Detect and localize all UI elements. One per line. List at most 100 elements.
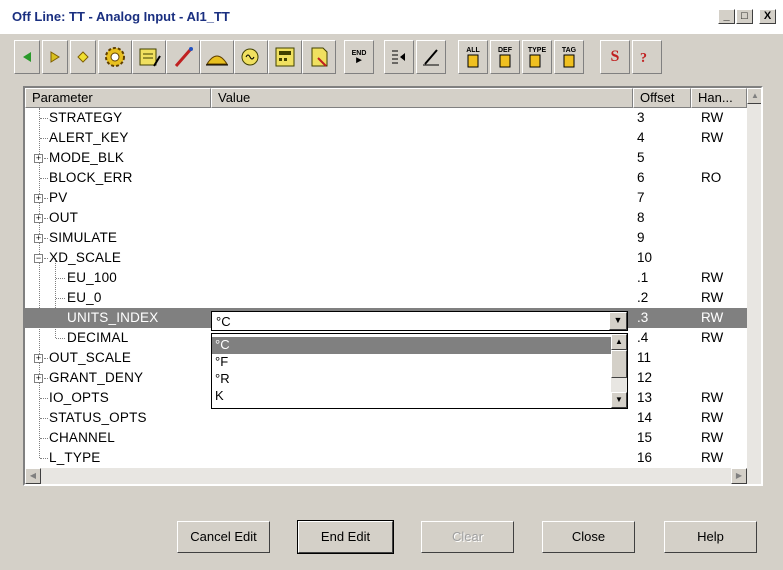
tree-connector	[56, 298, 65, 299]
calculator-icon	[275, 47, 295, 67]
parameter-name: DECIMAL	[67, 330, 129, 345]
tree-connector	[40, 398, 48, 399]
table-row[interactable]: EU_0 .2 RW	[25, 288, 747, 308]
column-header-handling[interactable]: Han...	[691, 88, 747, 108]
form-edit-button[interactable]	[132, 40, 166, 74]
close-button[interactable]: Close	[542, 521, 635, 553]
tree-connector	[40, 458, 48, 459]
all-blocks-button[interactable]: ALL	[458, 40, 488, 74]
units-dropdown-list[interactable]: °C °F °R K ▲ ▼	[211, 333, 628, 409]
expand-icon[interactable]: +	[34, 194, 43, 203]
parameter-handling: RW	[701, 290, 724, 305]
units-index-combo[interactable]: °C ▼	[211, 311, 628, 331]
table-row[interactable]: ALERT_KEY 4 RW	[25, 128, 747, 148]
expand-icon[interactable]: +	[34, 234, 43, 243]
forward-arrow-icon	[50, 51, 60, 63]
s-button[interactable]: S	[600, 40, 630, 74]
scroll-right-button[interactable]: ▶	[731, 468, 747, 484]
parameter-offset: 3	[637, 110, 645, 125]
parameter-grid[interactable]: Parameter Value Offset Han... STRATEGY 3 R…	[23, 86, 763, 486]
title-bar: Off Line: TT - Analog Input - AI1_TT _ □…	[0, 0, 783, 34]
parameter-handling: RW	[701, 270, 724, 285]
parameter-handling: RW	[701, 310, 724, 325]
scroll-left-button[interactable]: ◀	[25, 468, 41, 484]
table-row[interactable]: − XD_SCALE 10	[25, 248, 747, 268]
combo-dropdown-button[interactable]: ▼	[609, 312, 627, 330]
expand-icon[interactable]: +	[34, 354, 43, 363]
column-header-parameter[interactable]: Parameter	[25, 88, 211, 108]
table-row[interactable]: + OUT 8	[25, 208, 747, 228]
diamond-icon	[77, 51, 89, 63]
calculator-button[interactable]	[268, 40, 302, 74]
clear-button[interactable]: Clear	[421, 521, 514, 553]
table-row[interactable]: BLOCK_ERR 6 RO	[25, 168, 747, 188]
help-cursor-button[interactable]: ?	[632, 40, 662, 74]
table-row[interactable]: STRATEGY 3 RW	[25, 108, 747, 128]
close-window-button[interactable]: X	[759, 9, 776, 24]
s-icon: S	[610, 48, 620, 65]
expand-icon[interactable]: +	[34, 214, 43, 223]
type-blocks-button[interactable]: TYPE	[522, 40, 552, 74]
end-button[interactable]: END ▶	[344, 40, 374, 74]
list-insert-button[interactable]	[384, 40, 414, 74]
minimize-button[interactable]: _	[718, 9, 735, 24]
dropdown-option[interactable]: °R	[212, 371, 611, 388]
horizontal-scrollbar[interactable]: ◀ ▶	[25, 468, 761, 484]
probe-button[interactable]	[166, 40, 200, 74]
dropdown-scrollbar[interactable]: ▲ ▼	[611, 334, 627, 408]
tree-connector	[40, 438, 48, 439]
form-edit-icon	[139, 48, 161, 67]
probe-icon	[174, 47, 193, 67]
end-edit-button[interactable]: End Edit	[297, 520, 394, 554]
help-button[interactable]: Help	[664, 521, 757, 553]
pen-button[interactable]	[416, 40, 446, 74]
hill-button[interactable]	[200, 40, 234, 74]
dropdown-option[interactable]: °C	[212, 337, 611, 354]
dropdown-scroll-thumb[interactable]	[611, 350, 627, 378]
back-arrow-icon	[23, 52, 31, 62]
table-row[interactable]: EU_100 .1 RW	[25, 268, 747, 288]
parameter-offset: 14	[637, 410, 653, 425]
parameter-name: EU_0	[67, 290, 102, 305]
vertical-scrollbar[interactable]: ▲	[747, 88, 761, 468]
tree-connector	[56, 278, 65, 279]
tree-connector	[44, 158, 48, 159]
parameter-offset: .3	[637, 310, 649, 325]
table-row[interactable]: CHANNEL 15 RW	[25, 428, 747, 448]
wave-button[interactable]	[234, 40, 268, 74]
scroll-up-button[interactable]: ▲	[747, 88, 761, 104]
tree-connector	[44, 198, 48, 199]
parameter-handling: RW	[701, 410, 724, 425]
expand-icon[interactable]: +	[34, 154, 43, 163]
column-header-offset[interactable]: Offset	[633, 88, 691, 108]
dropdown-scroll-up[interactable]: ▲	[611, 334, 627, 350]
dropdown-option[interactable]: °F	[212, 354, 611, 371]
maximize-button[interactable]: □	[736, 9, 753, 24]
forward-button[interactable]	[42, 40, 68, 74]
table-row[interactable]: + MODE_BLK 5	[25, 148, 747, 168]
back-button[interactable]	[14, 40, 40, 74]
tag-blocks-button[interactable]: TAG	[554, 40, 584, 74]
table-row[interactable]: STATUS_OPTS 14 RW	[25, 408, 747, 428]
diamond-button[interactable]	[70, 40, 96, 74]
table-row[interactable]: L_TYPE 16 RW	[25, 448, 747, 468]
document-button[interactable]	[302, 40, 336, 74]
parameter-name: OUT_SCALE	[49, 350, 132, 365]
table-row[interactable]: + PV 7	[25, 188, 747, 208]
end-cursor-icon: END ▶	[351, 50, 367, 64]
dropdown-scroll-down[interactable]: ▼	[611, 392, 627, 408]
expand-icon[interactable]: +	[34, 374, 43, 383]
tree-connector	[40, 138, 48, 139]
dropdown-option[interactable]: K	[212, 388, 611, 405]
cancel-edit-button[interactable]: Cancel Edit	[177, 521, 270, 553]
parameter-offset: 6	[637, 170, 645, 185]
tree-connector	[44, 358, 48, 359]
column-header-value[interactable]: Value	[211, 88, 633, 108]
collapse-icon[interactable]: −	[34, 254, 43, 263]
gears-button[interactable]	[98, 40, 132, 74]
tree-connector	[44, 258, 48, 259]
def-blocks-button[interactable]: DEF	[490, 40, 520, 74]
type-blocks-icon: TYPE	[528, 47, 546, 68]
parameter-handling: RW	[701, 130, 724, 145]
table-row[interactable]: + SIMULATE 9	[25, 228, 747, 248]
